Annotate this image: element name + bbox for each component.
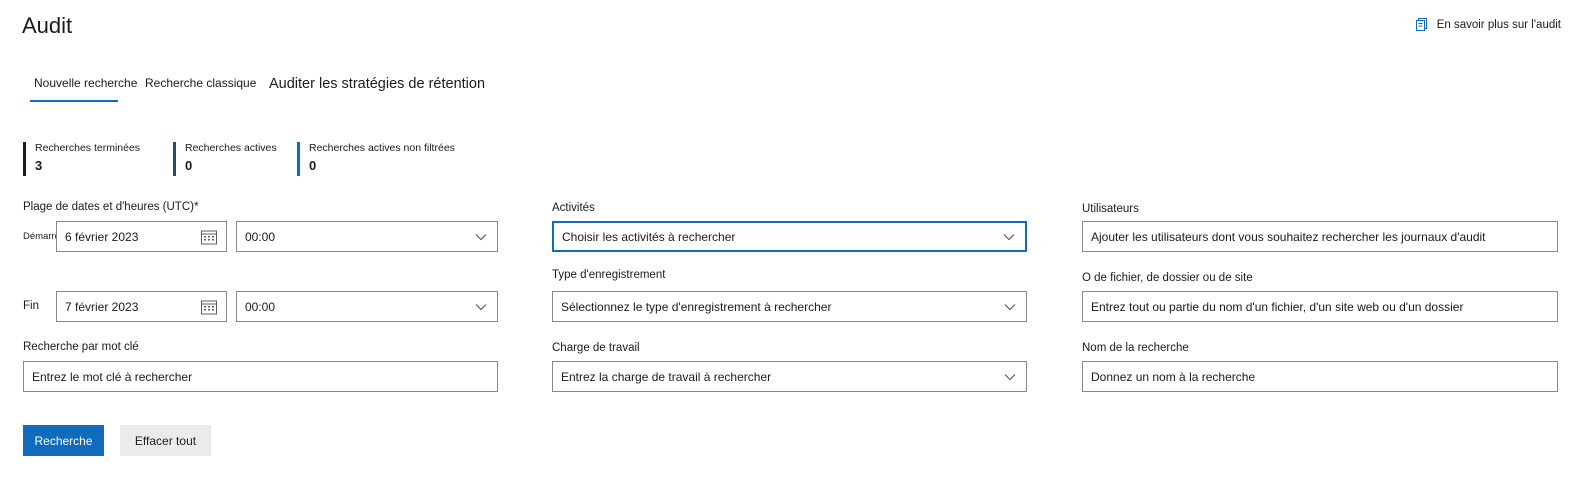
search-name-placeholder: Donnez un nom à la recherche	[1091, 369, 1256, 384]
users-input[interactable]: Ajouter les utilisateurs dont vous souha…	[1082, 221, 1558, 252]
users-label: Utilisateurs	[1082, 203, 1139, 215]
stat-label: Recherches actives non filtrées	[309, 142, 455, 154]
keyword-input[interactable]: Entrez le mot clé à rechercher	[23, 361, 498, 392]
stat-active-searches: Recherches actives 0	[173, 142, 277, 176]
stat-value: 0	[309, 158, 317, 173]
file-folder-site-label: O de fichier, de dossier ou de site	[1082, 272, 1253, 284]
keyword-placeholder: Entrez le mot clé à rechercher	[32, 369, 193, 384]
start-time-dropdown[interactable]: 00:00	[236, 221, 498, 252]
tab-nouvelle-recherche[interactable]: Nouvelle recherche	[34, 76, 137, 90]
search-name-input[interactable]: Donnez un nom à la recherche	[1082, 361, 1558, 392]
end-date-value: 7 février 2023	[65, 299, 139, 314]
learn-more-link[interactable]: En savoir plus sur l'audit	[1415, 18, 1561, 32]
calendar-icon	[201, 230, 217, 244]
tab-auditer-strategies[interactable]: Auditer les stratégies de rétention	[269, 76, 485, 92]
keyword-label: Recherche par mot clé	[23, 341, 139, 353]
required-mark: *	[193, 201, 199, 213]
end-time-dropdown[interactable]: 00:00	[236, 291, 498, 322]
learn-more-label: En savoir plus sur l'audit	[1436, 19, 1561, 31]
workload-placeholder: Entrez la charge de travail à rechercher	[561, 369, 772, 384]
record-type-placeholder: Sélectionnez le type d'enregistrement à …	[561, 299, 832, 314]
document-icon	[1415, 18, 1427, 31]
chevron-down-icon	[1004, 373, 1016, 380]
file-folder-site-input[interactable]: Entrez tout ou partie du nom d'un fichie…	[1082, 291, 1558, 322]
workload-dropdown[interactable]: Entrez la charge de travail à rechercher	[552, 361, 1027, 392]
chevron-down-icon	[1004, 303, 1016, 310]
users-placeholder: Ajouter les utilisateurs dont vous souha…	[1091, 229, 1486, 244]
stat-value: 3	[35, 158, 43, 173]
selected-tab-indicator	[30, 100, 118, 102]
stat-value: 0	[185, 158, 193, 173]
file-folder-site-placeholder: Entrez tout ou partie du nom d'un fichie…	[1091, 299, 1464, 314]
stat-label: Recherches actives	[185, 142, 277, 154]
activities-dropdown[interactable]: Choisir les activités à rechercher	[552, 221, 1027, 252]
stat-completed-searches: Recherches terminées 3	[23, 142, 140, 176]
end-label: Fin	[23, 300, 39, 312]
chevron-down-icon	[1003, 233, 1015, 240]
stat-label: Recherches terminées	[35, 142, 141, 154]
record-type-dropdown[interactable]: Sélectionnez le type d'enregistrement à …	[552, 291, 1027, 322]
date-range-label: Plage de dates et d'heures (UTC)*	[23, 201, 199, 213]
workload-label: Charge de travail	[552, 342, 640, 354]
chevron-down-icon	[475, 233, 487, 240]
tab-recherche-classique[interactable]: Recherche classique	[145, 76, 256, 90]
end-time-value: 00:00	[245, 299, 276, 314]
stat-active-unfiltered-searches: Recherches actives non filtrées 0	[297, 142, 455, 176]
activities-placeholder: Choisir les activités à rechercher	[562, 229, 736, 244]
clear-all-button[interactable]: Effacer tout	[120, 425, 211, 456]
calendar-icon	[201, 300, 217, 314]
activities-label: Activités	[552, 202, 595, 214]
end-date-picker[interactable]: 7 février 2023	[56, 291, 227, 322]
search-name-label: Nom de la recherche	[1082, 342, 1189, 354]
record-type-label: Type d'enregistrement	[552, 269, 666, 281]
start-time-value: 00:00	[245, 229, 276, 244]
start-date-picker[interactable]: 6 février 2023	[56, 221, 227, 252]
chevron-down-icon	[475, 303, 487, 310]
search-button[interactable]: Recherche	[23, 425, 104, 456]
start-date-value: 6 février 2023	[65, 229, 139, 244]
page-title: Audit	[22, 13, 73, 38]
